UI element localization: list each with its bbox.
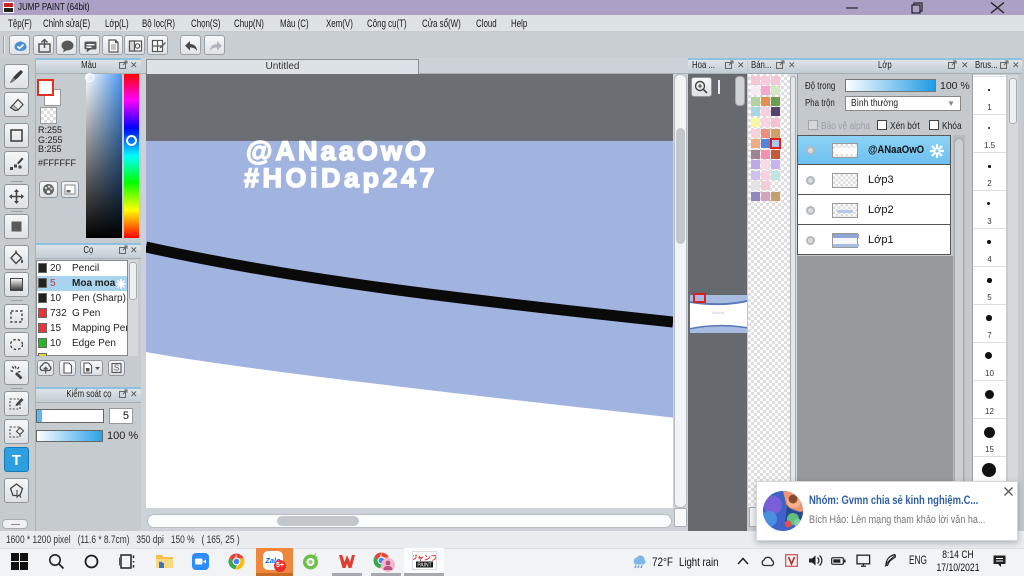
svg-text:ジャンプ: ジャンプ [413,553,436,562]
svg-text:#HOiDap247: #HOiDap247 [244,163,438,193]
svg-text:PAINT: PAINT [417,563,431,569]
svg-text:S: S [114,364,119,373]
svg-text:@ANaaOwO: @ANaaOwO [246,136,429,166]
svg-text:T: T [12,452,21,469]
svg-text:Wishes: Wishes [711,310,724,315]
